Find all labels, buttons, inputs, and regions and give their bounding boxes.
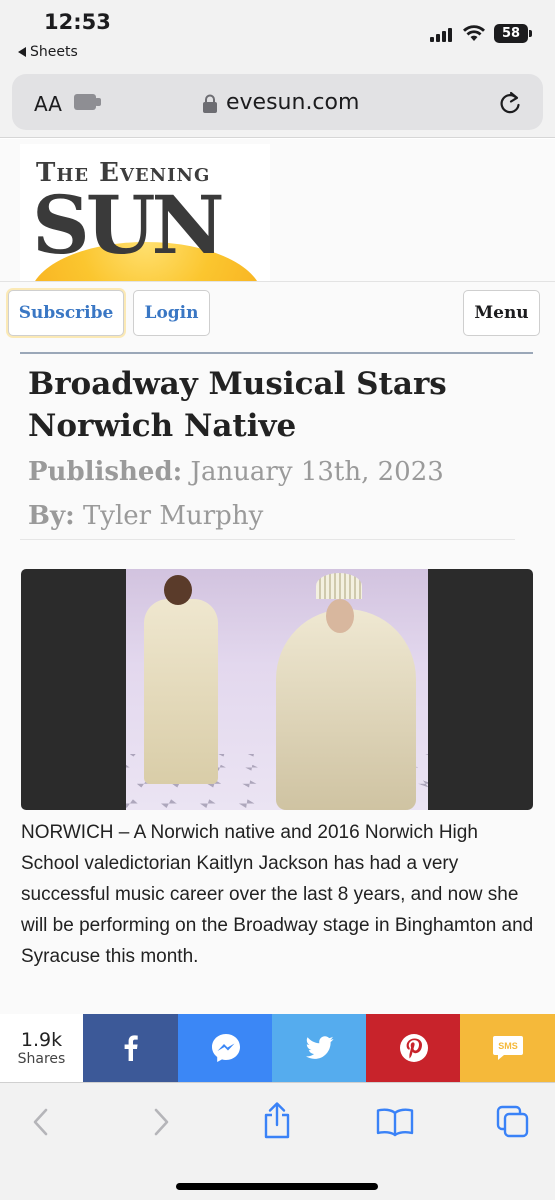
web-page: The Evening SUN Subscribe Login Menu Bro… xyxy=(0,139,555,1014)
facebook-icon xyxy=(124,1035,138,1061)
url-domain[interactable]: evesun.com xyxy=(226,90,359,115)
pinterest-share-button[interactable] xyxy=(366,1014,461,1082)
performer-prince-figure xyxy=(144,599,218,784)
author-name[interactable]: Tyler Murphy xyxy=(83,501,263,531)
cellular-signal-icon xyxy=(430,28,452,42)
article-body: NORWICH – A Norwich native and 2016 Norw… xyxy=(21,822,534,967)
share-count: 1.9k Shares xyxy=(0,1014,83,1082)
divider xyxy=(20,539,515,540)
browser-toolbar xyxy=(0,1082,555,1200)
tabs-icon[interactable] xyxy=(496,1105,530,1139)
back-triangle-icon xyxy=(18,47,26,57)
forward-icon[interactable] xyxy=(150,1107,172,1137)
battery-icon: 58 xyxy=(494,24,532,43)
sms-label: SMS xyxy=(498,1041,518,1051)
share-count-label: Shares xyxy=(17,1051,66,1067)
sms-share-button[interactable]: SMS xyxy=(460,1014,555,1082)
subscribe-button[interactable]: Subscribe xyxy=(8,290,124,336)
stage-scene xyxy=(126,569,428,810)
back-icon[interactable] xyxy=(30,1107,52,1137)
performer-queen-figure xyxy=(276,609,416,810)
status-bar: 12:53 Sheets 58 xyxy=(0,0,555,68)
published-label: Published: xyxy=(28,457,183,487)
back-to-app-link[interactable]: Sheets xyxy=(18,44,78,60)
lock-icon xyxy=(203,94,217,113)
published-line: Published: January 13th, 2023 xyxy=(28,457,444,487)
article-photo[interactable] xyxy=(21,569,533,810)
twitter-share-button[interactable] xyxy=(272,1014,367,1082)
sms-icon: SMS xyxy=(492,1036,523,1060)
home-indicator xyxy=(176,1183,378,1190)
twitter-icon xyxy=(305,1036,333,1059)
messenger-icon xyxy=(211,1034,240,1062)
login-button[interactable]: Login xyxy=(133,290,210,336)
logo-text-sun: SUN xyxy=(32,178,225,272)
byline: By: Tyler Murphy xyxy=(28,501,263,531)
back-app-label: Sheets xyxy=(30,44,78,60)
bookmarks-icon[interactable] xyxy=(376,1107,414,1137)
published-date: January 13th, 2023 xyxy=(190,457,444,487)
extension-icon[interactable] xyxy=(74,94,101,110)
by-label: By: xyxy=(28,501,75,531)
facebook-share-button[interactable] xyxy=(83,1014,178,1082)
pinterest-icon xyxy=(399,1034,428,1062)
address-bar[interactable]: AA evesun.com xyxy=(12,74,543,130)
article-headline: Broadway Musical Stars Norwich Native xyxy=(28,366,447,444)
browser-address-area: AA evesun.com xyxy=(0,68,555,138)
share-icon[interactable] xyxy=(261,1101,293,1139)
share-count-number: 1.9k xyxy=(20,1029,63,1051)
site-logo[interactable]: The Evening SUN xyxy=(20,144,270,282)
text-size-button[interactable]: AA xyxy=(34,92,62,116)
site-nav-bar: Subscribe Login Menu xyxy=(0,281,555,341)
share-bar: 1.9k Shares SMS xyxy=(0,1014,555,1082)
reload-icon[interactable] xyxy=(498,90,522,116)
messenger-share-button[interactable] xyxy=(178,1014,273,1082)
crown xyxy=(316,573,362,599)
menu-button[interactable]: Menu xyxy=(463,290,540,336)
divider xyxy=(20,352,533,354)
status-time: 12:53 xyxy=(44,10,111,34)
wifi-icon xyxy=(463,25,485,41)
